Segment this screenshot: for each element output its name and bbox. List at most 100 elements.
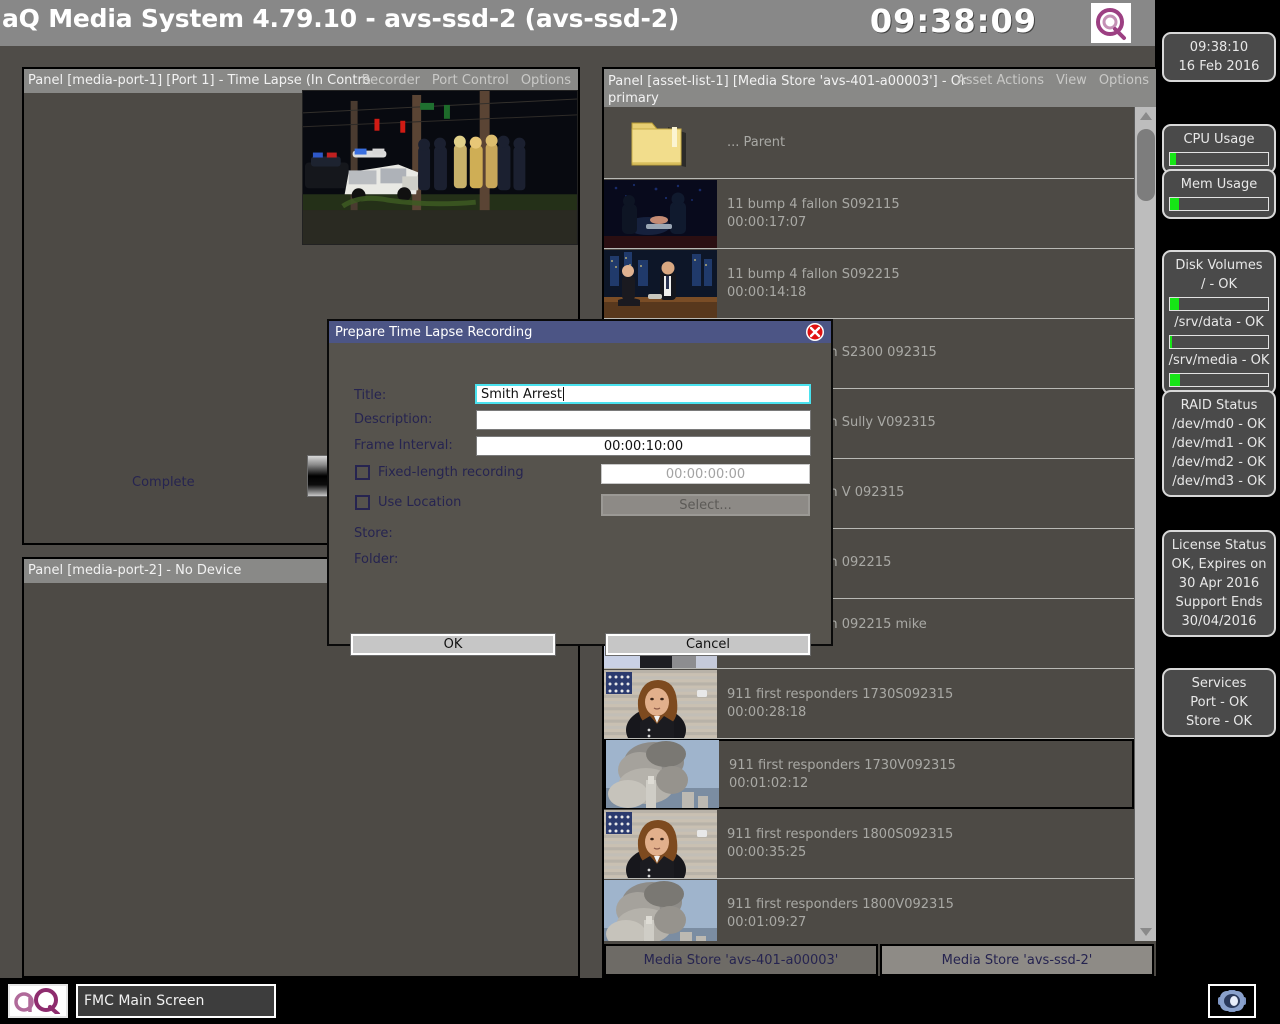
license-status-line: 30 Apr 2016 <box>1178 576 1260 591</box>
app-root: aQ Media System 4.79.10 - avs-ssd-2 (avs… <box>0 0 1280 1024</box>
disk-volume-bar-fill <box>1170 336 1172 348</box>
title-input[interactable]: Smith Arrest <box>475 384 811 404</box>
license-status-box: License Status OK, Expires on 30 Apr 2016… <box>1162 530 1276 637</box>
list-item[interactable]: 11 bump 4 fallon S092215 00:00:14:18 <box>604 249 1134 319</box>
use-location-checkbox[interactable] <box>355 495 370 510</box>
scroll-down-button[interactable] <box>1135 923 1156 941</box>
folder-icon <box>604 115 717 171</box>
asset-name: 911 first responders 1730V092315 <box>729 757 956 773</box>
dialog-title: Prepare Time Lapse Recording <box>335 324 533 340</box>
title-input-value: Smith Arrest <box>481 386 562 402</box>
media-store-tab[interactable]: Media Store 'avs-401-a00003' <box>604 944 878 976</box>
asset-thumbnail <box>604 249 717 318</box>
disk-volume-bar <box>1169 297 1269 311</box>
aq-logo-icon <box>1091 3 1131 43</box>
panel-port1-title: Panel [media-port-1] [Port 1] - Time Lap… <box>28 73 371 88</box>
description-input[interactable] <box>476 410 811 430</box>
scroll-up-button[interactable] <box>1135 107 1156 125</box>
select-location-button[interactable]: Select... <box>601 494 810 516</box>
close-icon[interactable] <box>805 322 825 342</box>
list-item-parent[interactable]: ... Parent <box>604 107 1134 179</box>
disk-volume-label: /srv/media - OK <box>1168 353 1270 368</box>
disk-volume-bar <box>1169 335 1269 349</box>
menu-asset-actions[interactable]: Asset Actions <box>952 69 1049 88</box>
header-clock: 09:38:09 <box>869 2 1037 40</box>
menu-port-control[interactable]: Port Control <box>427 69 514 88</box>
video-scene-image <box>303 91 577 244</box>
mem-usage-box: Mem Usage <box>1162 169 1276 219</box>
media-store-tabs[interactable]: Media Store 'avs-401-a00003' Media Store … <box>604 944 1156 976</box>
fixed-length-duration-input[interactable]: 00:00:00:00 <box>601 464 810 484</box>
cpu-usage-bar <box>1169 152 1269 166</box>
asset-thumbnail <box>604 879 717 941</box>
title-label: Title: <box>354 388 387 403</box>
disk-volumes-box: Disk Volumes / - OK/srv/data - OK/srv/me… <box>1162 250 1276 395</box>
dialog-titlebar: Prepare Time Lapse Recording <box>329 321 831 343</box>
raid-device-status: /dev/md1 - OK <box>1172 436 1266 451</box>
asset-duration: 00:01:09:27 <box>727 915 807 930</box>
sidebar-clock-time: 09:38:10 <box>1189 40 1249 55</box>
ok-button[interactable]: OK <box>350 633 556 656</box>
aq-logo-icon[interactable] <box>8 984 68 1018</box>
list-item[interactable]: 11 bump 4 fallon S092115 00:00:17:07 <box>604 179 1134 249</box>
title-bar: aQ Media System 4.79.10 - avs-ssd-2 (avs… <box>0 0 1155 46</box>
asset-duration: 00:00:35:25 <box>727 845 807 860</box>
panel-assets-menus: Asset Actions View Options <box>952 69 1154 88</box>
asset-list-scrollbar[interactable] <box>1134 107 1156 941</box>
menu-view[interactable]: View <box>1051 69 1092 88</box>
license-status-line: Support Ends <box>1175 595 1263 610</box>
menu-recorder[interactable]: Recorder <box>357 69 425 88</box>
asset-duration: 00:00:28:18 <box>727 705 807 720</box>
fixed-length-checkbox-row[interactable]: Fixed-length recording <box>355 465 524 480</box>
list-item[interactable]: 911 first responders 1730V092315 00:01:02… <box>604 739 1134 809</box>
asset-duration: 00:01:02:12 <box>729 775 809 791</box>
license-status-line: 30/04/2016 <box>1181 614 1257 629</box>
recorder-status: Complete <box>132 475 195 490</box>
store-label: Store: <box>354 526 393 541</box>
panel-port2-title: Panel [media-port-2] - No Device <box>28 563 242 578</box>
frame-interval-value: 00:00:10:00 <box>603 438 684 454</box>
frame-interval-label: Frame Interval: <box>354 438 453 453</box>
app-title: aQ Media System 4.79.10 - avs-ssd-2 (avs… <box>2 4 680 33</box>
cancel-button[interactable]: Cancel <box>605 633 811 656</box>
use-location-checkbox-row[interactable]: Use Location <box>355 495 461 510</box>
media-store-tab[interactable]: Media Store 'avs-ssd-2' <box>880 944 1154 976</box>
fixed-length-checkbox[interactable] <box>355 465 370 480</box>
fixed-length-label: Fixed-length recording <box>378 465 524 480</box>
disk-volume-bar-fill <box>1170 374 1180 386</box>
disk-volume-label: / - OK <box>1200 277 1238 292</box>
menu-options[interactable]: Options <box>516 69 576 88</box>
raid-device-status: /dev/md3 - OK <box>1172 474 1266 489</box>
menu-assets-options[interactable]: Options <box>1094 69 1154 88</box>
asset-text: 911 first responders 1800V092315 00:01:09… <box>727 897 954 930</box>
asset-name: 911 first responders 1730S092315 <box>727 687 954 702</box>
mem-usage-label: Mem Usage <box>1180 177 1258 192</box>
raid-status-box: RAID Status /dev/md0 - OK/dev/md1 - OK/d… <box>1162 390 1276 497</box>
scrollbar-thumb[interactable] <box>1137 129 1155 201</box>
prepare-time-lapse-dialog[interactable]: Prepare Time Lapse Recording Title: Smit… <box>327 319 833 656</box>
parent-folder-label: ... Parent <box>727 135 786 150</box>
taskbar-task-button[interactable]: FMC Main Screen <box>76 984 276 1018</box>
asset-thumbnail <box>606 740 719 808</box>
video-preview[interactable] <box>302 90 578 245</box>
disk-volume-bar <box>1169 373 1269 387</box>
cpu-usage-bar-fill <box>1170 153 1176 165</box>
cpu-usage-label: CPU Usage <box>1183 132 1255 147</box>
license-status-title: License Status <box>1171 538 1267 553</box>
asset-text: 911 first responders 1730V092315 00:01:02… <box>729 758 956 791</box>
list-item[interactable]: 911 first responders 1730S092315 00:00:28… <box>604 669 1134 739</box>
services-box: Services Port - OK Store - OK <box>1162 668 1276 737</box>
list-item[interactable]: 911 first responders 1800V092315 00:01:09… <box>604 879 1134 941</box>
list-item[interactable]: 911 first responders 1800S092315 00:00:35… <box>604 809 1134 879</box>
raid-device-status: /dev/md2 - OK <box>1172 455 1266 470</box>
gear-icon[interactable] <box>1208 984 1256 1018</box>
frame-interval-input[interactable]: 00:00:10:00 <box>476 436 811 456</box>
dialog-body: Title: Smith Arrest Description: Frame I… <box>329 343 831 656</box>
folder-label: Folder: <box>354 552 399 567</box>
chevron-down-icon <box>1140 928 1152 936</box>
disk-volume-label: /srv/data - OK <box>1174 315 1264 330</box>
asset-name: 11 bump 4 fallon S092215 <box>727 267 900 282</box>
asset-thumbnail <box>604 179 717 248</box>
asset-thumbnail <box>604 809 717 878</box>
disk-volumes-title: Disk Volumes <box>1175 258 1263 273</box>
